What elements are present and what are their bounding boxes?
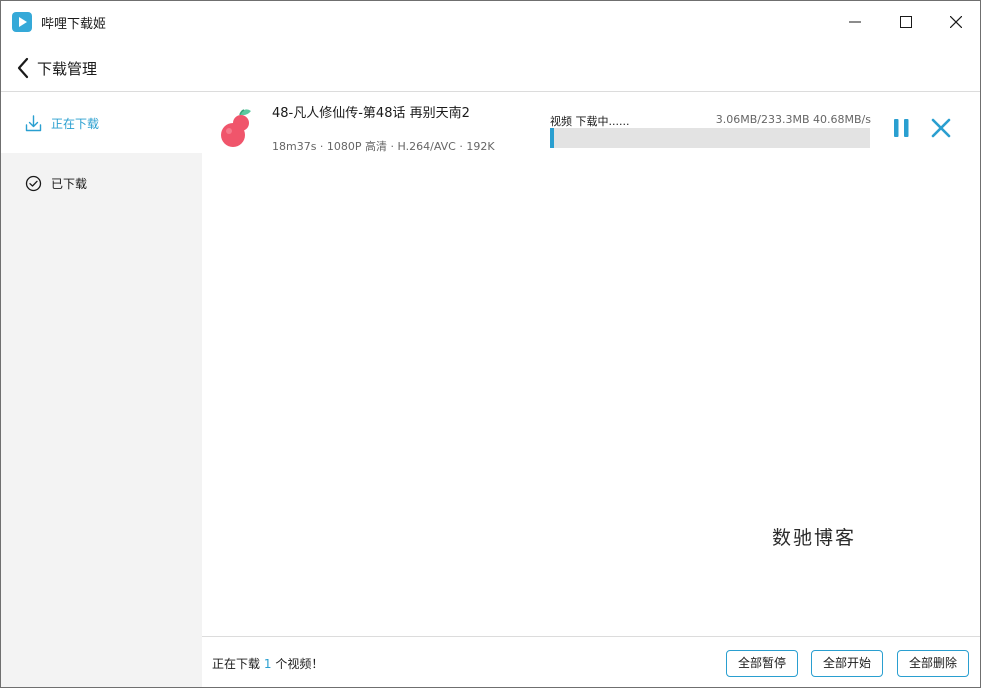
download-status: 视频 下载中...... xyxy=(550,115,630,128)
progress-bar-fill xyxy=(550,128,554,148)
app-title: 哔哩下载姬 xyxy=(41,17,107,32)
back-button[interactable] xyxy=(15,57,33,79)
maximize-icon xyxy=(900,16,912,28)
sidebar: 正在下载 已下载 xyxy=(1,93,202,687)
pause-icon xyxy=(894,119,909,137)
delete-all-button[interactable]: 全部删除 xyxy=(897,650,970,677)
watermark: 数驰博客 xyxy=(772,527,857,549)
pause-button[interactable] xyxy=(892,117,912,139)
download-list: 48-凡人修仙传-第48话 再别天南2 18m37s · 1080P 高清 · … xyxy=(202,93,980,636)
app-logo-icon xyxy=(12,12,32,32)
page-header: 下载管理 xyxy=(1,43,980,92)
progress-bar xyxy=(550,128,870,148)
app-window: 哔哩下载姬 下载管理 正在下载 已下载 48-凡人修仙传-第48话 再别天南2 … xyxy=(0,0,981,688)
footer-bar: 正在下载 1 个视频！ 全部暂停 全部开始 全部删除 xyxy=(202,636,980,687)
video-title: 48-凡人修仙传-第48话 再别天南2 xyxy=(272,106,470,121)
video-thumbnail-icon xyxy=(221,109,251,147)
close-icon xyxy=(931,118,951,138)
download-size-speed: 3.06MB/233.3MB 40.68MB/s xyxy=(715,113,871,126)
sidebar-item-downloading[interactable]: 正在下载 xyxy=(1,93,202,153)
minimize-icon xyxy=(849,21,861,23)
video-meta: 18m37s · 1080P 高清 · H.264/AVC · 192K xyxy=(272,140,495,153)
title-bar[interactable]: 哔哩下载姬 xyxy=(1,1,980,43)
pause-all-button[interactable]: 全部暂停 xyxy=(726,650,799,677)
page-title: 下载管理 xyxy=(37,60,98,78)
download-summary: 正在下载 1 个视频！ xyxy=(212,655,323,672)
minimize-button[interactable] xyxy=(832,1,878,43)
close-window-button[interactable] xyxy=(933,1,979,43)
maximize-button[interactable] xyxy=(883,1,929,43)
check-circle-icon xyxy=(25,175,42,192)
download-icon xyxy=(25,115,42,132)
sidebar-item-label: 正在下载 xyxy=(51,117,100,131)
chevron-left-icon xyxy=(17,57,29,79)
close-icon xyxy=(950,16,962,28)
summary-suffix: 个视频！ xyxy=(275,657,324,671)
cancel-download-button[interactable] xyxy=(930,117,952,139)
list-item[interactable]: 48-凡人修仙传-第48话 再别天南2 18m37s · 1080P 高清 · … xyxy=(202,93,980,163)
download-count: 1 xyxy=(263,657,272,671)
summary-prefix: 正在下载 xyxy=(212,657,261,671)
sidebar-item-label: 已下载 xyxy=(51,177,88,191)
start-all-button[interactable]: 全部开始 xyxy=(811,650,884,677)
sidebar-item-downloaded[interactable]: 已下载 xyxy=(1,153,202,213)
